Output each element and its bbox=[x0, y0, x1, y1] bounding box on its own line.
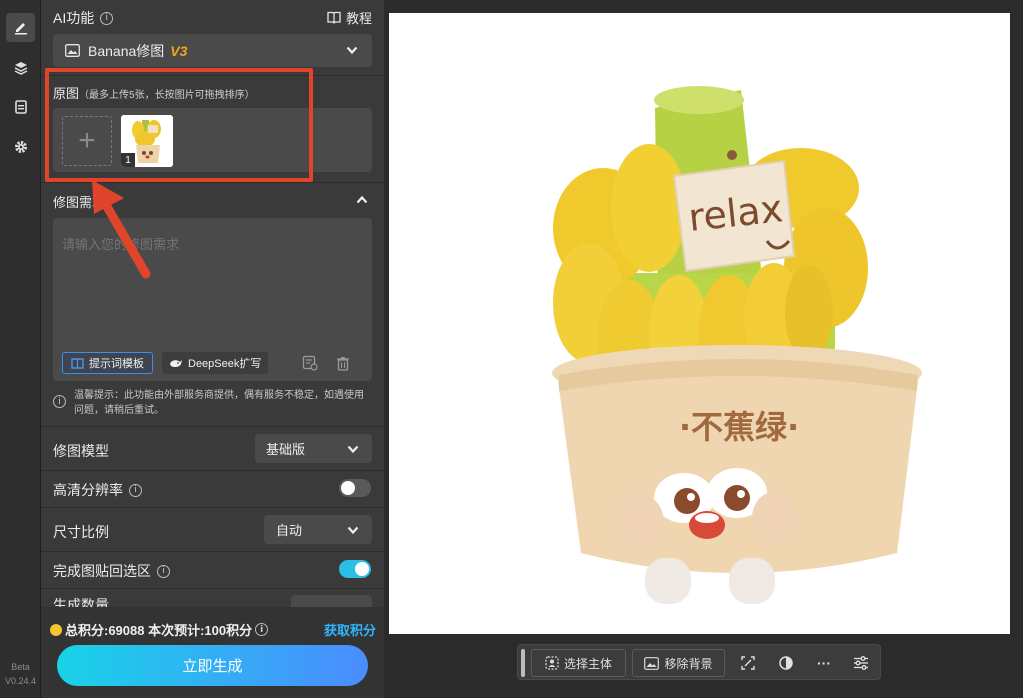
remove-background-button[interactable]: 移除背景 bbox=[632, 649, 725, 677]
annotation-arrow bbox=[92, 180, 151, 279]
trash-icon[interactable] bbox=[336, 356, 350, 371]
prompt-template-label: 提示词模板 bbox=[89, 358, 144, 370]
image-icon bbox=[644, 656, 660, 670]
plus-icon: + bbox=[78, 124, 96, 157]
service-notice: 温馨提示：此功能由外部服务商提供，偶有服务不稳定，如遇使用问题，请稍后重试。 bbox=[74, 390, 364, 416]
chevron-down-icon bbox=[346, 46, 358, 55]
chevron-down-icon bbox=[347, 526, 359, 535]
tool-rail: Beta V0.24.4 bbox=[0, 0, 41, 698]
hd-row: 高清分辨率 i bbox=[53, 480, 142, 500]
layers-icon bbox=[14, 61, 27, 75]
source-header: 原图 （最多上传5张，长按图片可拖拽排序） bbox=[53, 83, 255, 102]
deepseek-expand-button[interactable]: DeepSeek扩写 bbox=[162, 352, 269, 374]
gear-icon bbox=[14, 140, 27, 153]
divider bbox=[41, 551, 384, 552]
toggle-knob bbox=[355, 562, 369, 576]
count-label: 生成数量 bbox=[53, 597, 109, 607]
template-book-icon bbox=[71, 357, 84, 369]
version-badge: V3 bbox=[170, 42, 188, 59]
person-select-icon bbox=[545, 656, 559, 670]
chevron-up-icon[interactable] bbox=[356, 196, 368, 204]
ratio-select[interactable]: 自动 bbox=[264, 515, 372, 544]
clipboard-tool-button[interactable] bbox=[6, 92, 35, 121]
book-icon bbox=[327, 11, 341, 24]
hd-label: 高清分辨率 bbox=[53, 482, 123, 498]
app-root: Beta V0.24.4 AI功能 i 教程 Banana修图 V3 原图 （最… bbox=[0, 0, 1023, 698]
clipboard-icon bbox=[14, 99, 27, 114]
more-icon: ··· bbox=[817, 655, 831, 671]
model-select[interactable]: 基础版 bbox=[255, 434, 372, 463]
panel-header: AI功能 i bbox=[53, 8, 114, 28]
drag-handle[interactable] bbox=[521, 649, 525, 677]
source-title: 原图 bbox=[53, 86, 80, 101]
panel-title: AI功能 bbox=[53, 10, 95, 26]
hd-info-icon[interactable]: i bbox=[129, 483, 142, 497]
model-select-value: 基础版 bbox=[266, 442, 306, 457]
deepseek-whale-icon bbox=[170, 359, 182, 367]
select-subject-button[interactable]: 选择主体 bbox=[531, 649, 626, 677]
crop-expand-icon bbox=[741, 656, 755, 670]
layers-tool-button[interactable] bbox=[6, 53, 35, 82]
version-beta: Beta bbox=[11, 662, 30, 672]
history-list-icon[interactable] bbox=[302, 355, 318, 371]
panel-footer: 总积分:69088 本次预计:100积分 i 获取积分 立即生成 bbox=[41, 607, 384, 698]
image-canvas[interactable]: relax ·不蕉绿· bbox=[389, 13, 1010, 634]
generate-button[interactable]: 立即生成 bbox=[57, 645, 368, 686]
count-row-clip: 生成数量 bbox=[41, 589, 384, 607]
toggle-knob bbox=[341, 481, 355, 495]
divider bbox=[41, 470, 384, 471]
select-subject-label: 选择主体 bbox=[563, 656, 612, 671]
paste-label: 完成图贴回选区 bbox=[53, 563, 151, 579]
points-info-icon[interactable]: i bbox=[255, 623, 269, 636]
model-label: 修图模型 bbox=[53, 443, 109, 459]
more-button[interactable]: ··· bbox=[814, 653, 834, 673]
deepseek-expand-label: DeepSeek扩写 bbox=[188, 358, 262, 370]
ai-function-panel: AI功能 i 教程 Banana修图 V3 原图 （最多上传5张，长按图片可拖拽… bbox=[41, 0, 384, 698]
adjust-button[interactable] bbox=[851, 653, 871, 673]
edit-tool-button[interactable] bbox=[6, 13, 35, 42]
notice-info-icon: i bbox=[53, 395, 66, 408]
pencil-edit-icon bbox=[14, 22, 27, 34]
paste-row: 完成图贴回选区 i bbox=[53, 561, 170, 581]
points-info: 总积分:69088 本次预计:100积分 i bbox=[50, 620, 269, 639]
paste-toggle[interactable] bbox=[339, 560, 371, 578]
sliders-icon bbox=[854, 656, 868, 670]
coin-icon bbox=[50, 623, 62, 636]
chevron-down-icon bbox=[347, 445, 359, 454]
thumbnail-index: 1 bbox=[121, 153, 135, 167]
contrast-button[interactable] bbox=[776, 653, 796, 673]
source-thumbnail[interactable]: 1 bbox=[121, 115, 173, 167]
remove-background-label: 移除背景 bbox=[664, 656, 713, 671]
source-upload-area: + 1 bbox=[53, 108, 372, 172]
info-icon[interactable]: i bbox=[100, 11, 114, 25]
tutorial-label: 教程 bbox=[345, 11, 372, 26]
tutorial-link[interactable]: 教程 bbox=[327, 8, 372, 27]
function-select-label: Banana修图 bbox=[88, 42, 165, 59]
divider bbox=[41, 426, 384, 427]
version-number: V0.24.4 bbox=[4, 676, 37, 686]
points-text: 总积分:69088 本次预计:100积分 bbox=[65, 623, 253, 638]
canvas-toolbar: 选择主体 移除背景 ··· bbox=[517, 644, 881, 680]
contrast-icon bbox=[779, 656, 793, 670]
pot-text: ·不蕉绿· bbox=[679, 408, 799, 446]
banana-figurine-image: relax ·不蕉绿· bbox=[389, 13, 1010, 634]
function-select[interactable]: Banana修图 V3 bbox=[53, 34, 372, 67]
get-points-link[interactable]: 获取积分 bbox=[324, 620, 376, 639]
smart-crop-button[interactable] bbox=[738, 653, 758, 673]
hd-toggle[interactable] bbox=[339, 479, 371, 497]
settings-tool-button[interactable] bbox=[6, 132, 35, 161]
add-image-button[interactable]: + bbox=[62, 116, 112, 166]
image-edit-icon bbox=[65, 44, 80, 57]
source-hint: （最多上传5张，长按图片可拖拽排序） bbox=[79, 90, 255, 101]
ratio-select-value: 自动 bbox=[276, 523, 303, 538]
ratio-label: 尺寸比例 bbox=[53, 524, 109, 540]
prompt-template-button[interactable]: 提示词模板 bbox=[62, 352, 153, 374]
paste-info-icon[interactable]: i bbox=[157, 564, 170, 578]
divider bbox=[41, 75, 384, 76]
count-select[interactable] bbox=[291, 595, 372, 607]
divider bbox=[41, 507, 384, 508]
